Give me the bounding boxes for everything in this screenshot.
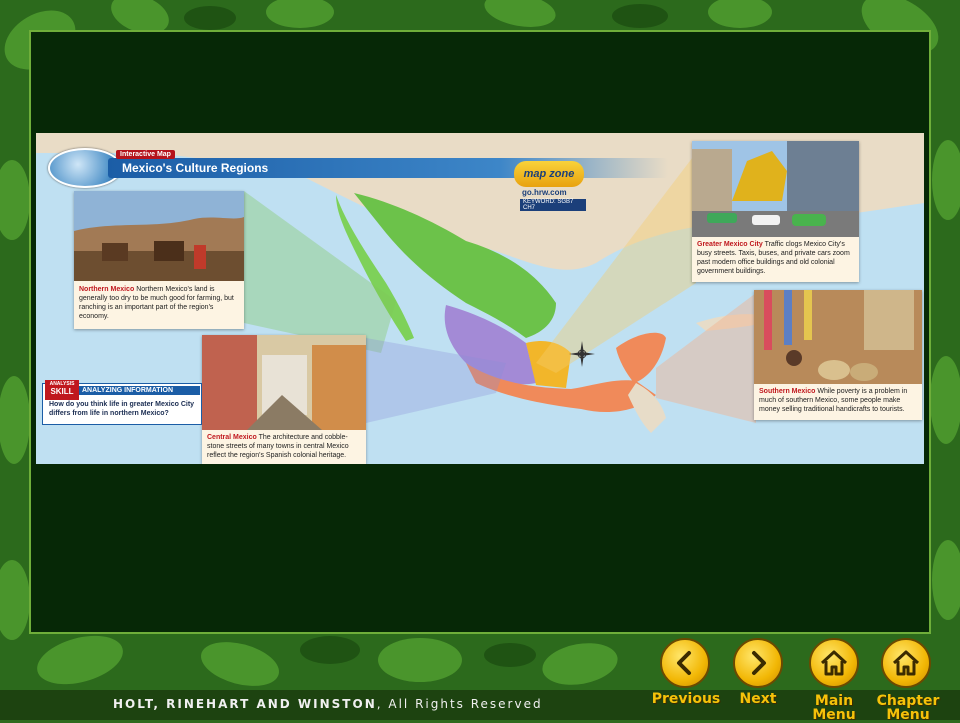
compass-rose-icon (569, 341, 595, 367)
chapter-menu-label[interactable]: Chapter Menu (872, 694, 944, 722)
caption-heading: Southern Mexico (759, 388, 816, 395)
home-icon (892, 650, 920, 676)
photo-colonial-street (202, 335, 366, 430)
arrow-left-icon (677, 651, 691, 675)
next-button[interactable] (733, 638, 783, 688)
mapzone-badge: map zone go.hrw.com KEYWORD: SGB7 CH7 (514, 161, 586, 211)
caption-heading: Northern Mexico (79, 286, 135, 293)
caption-greater-mexico-city: Greater Mexico City Traffic clogs Mexico… (697, 240, 854, 276)
mapzone-keyword: KEYWORD: SGB7 CH7 (520, 199, 586, 211)
skill-tag-main: SKILL (50, 387, 74, 396)
caption-southern-mexico: Southern Mexico While poverty is a probl… (759, 387, 917, 414)
skill-question: How do you think life in greater Mexico … (49, 401, 195, 417)
main-menu-label[interactable]: Main Menu (800, 694, 868, 722)
previous-button[interactable] (660, 638, 710, 688)
photo-handicraft-market (754, 290, 922, 384)
caption-heading: Central Mexico (207, 434, 257, 441)
next-label[interactable]: Next (728, 692, 788, 706)
caption-northern-mexico: Northern Mexico Northern Mexico's land i… (79, 285, 239, 321)
photo-city-traffic (692, 141, 859, 237)
previous-label[interactable]: Previous (650, 692, 722, 706)
main-menu-label-line1: Main (814, 693, 854, 709)
mapzone-url: go.hrw.com (522, 188, 567, 197)
main-menu-button[interactable] (809, 638, 859, 688)
skill-tag: ANALYSIS SKILL (45, 380, 79, 400)
publisher-name: HOLT, RINEHART AND WINSTON (113, 697, 377, 711)
card-central-mexico: Central Mexico The architecture and cobb… (202, 335, 366, 464)
skill-label: ANALYZING INFORMATION (79, 386, 200, 395)
chapter-menu-label-line1: Chapter (876, 693, 940, 709)
caption-central-mexico: Central Mexico The architecture and cobb… (207, 433, 361, 460)
caption-heading: Greater Mexico City (697, 241, 763, 248)
card-greater-mexico-city: Greater Mexico City Traffic clogs Mexico… (692, 141, 859, 282)
analysis-skill-box: ANALYSIS SKILL ANALYZING INFORMATION How… (42, 380, 202, 425)
copyright-footer: HOLT, RINEHART AND WINSTON, All Rights R… (113, 697, 543, 711)
culture-regions-map: Interactive Map Mexico's Culture Regions… (36, 133, 924, 464)
arrow-right-icon (752, 651, 766, 675)
card-southern-mexico: Southern Mexico While poverty is a probl… (754, 290, 922, 420)
chapter-menu-button[interactable] (881, 638, 931, 688)
rights-text: , All Rights Reserved (376, 697, 543, 711)
home-icon (820, 650, 848, 676)
mapzone-logo: map zone (514, 161, 584, 187)
map-title: Mexico's Culture Regions (122, 161, 269, 175)
photo-ranchers (74, 191, 244, 281)
card-northern-mexico: Northern Mexico Northern Mexico's land i… (74, 191, 244, 329)
map-kicker: Interactive Map (116, 150, 175, 159)
